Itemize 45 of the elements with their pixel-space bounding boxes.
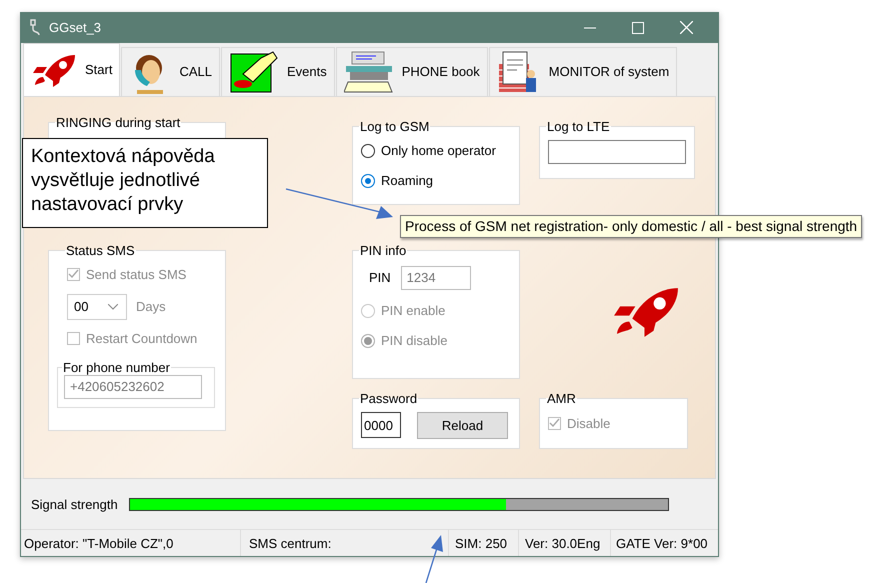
callout-box: Kontextová nápověda vysvětluje jednotlivé nastavovací prvky (22, 138, 268, 228)
maximize-icon[interactable] (632, 22, 644, 34)
radio-label: PIN disable (381, 333, 448, 348)
chevron-down-icon (108, 304, 118, 310)
tab[interactable]: CALL (121, 46, 220, 96)
password-field[interactable]: 0000 (361, 412, 401, 438)
hand-button-icon (229, 50, 279, 94)
printer-icon (344, 50, 394, 94)
group-title: PIN info (359, 242, 408, 258)
radio-label: PIN enable (381, 303, 446, 318)
status-bar-cell: Operator: "T-Mobile CZ",0 (21, 530, 241, 556)
pin-field[interactable]: 1234 (400, 266, 471, 290)
reload-button[interactable]: Reload (417, 412, 508, 439)
radio-label: Roaming (381, 173, 434, 188)
checkbox-label: Restart Countdown (86, 331, 198, 346)
group-title: AMR (546, 391, 577, 406)
tab[interactable]: PHONE book (336, 46, 488, 96)
days-dropdown[interactable]: 00 (67, 294, 127, 320)
radio-button[interactable] (361, 174, 375, 188)
group-title: Log to LTE (546, 118, 611, 134)
signal-label: Signal strength (31, 496, 118, 512)
rocket-icon (31, 52, 77, 87)
tab[interactable]: MONITOR of system (488, 46, 678, 96)
group-title: Status SMS (65, 242, 136, 258)
days-label: Days (136, 299, 166, 314)
status-bar-cell: Ver: 30.0Eng (519, 530, 611, 556)
phone-number-field[interactable]: +420605232602 (64, 374, 202, 399)
tab[interactable]: Events (221, 46, 335, 96)
pin-label: PIN (369, 270, 391, 286)
lte-field[interactable] (548, 140, 686, 164)
checkbox-label: Disable (567, 416, 610, 431)
arrow (425, 535, 443, 583)
group-title: For phone number (62, 360, 171, 375)
group-title: Password (359, 390, 418, 406)
group-title: RINGING during start (55, 114, 182, 130)
radio-button[interactable] (361, 144, 375, 158)
window-title: GGset_3 (49, 20, 102, 36)
status-bar-cell: SIM: 250 (449, 530, 519, 556)
checkbox-label: Send status SMS (86, 267, 186, 282)
tooltip: Process of GSM net registration- only domestic / all - best signal strength (400, 215, 862, 238)
radio-label: Only home operator (381, 143, 496, 158)
tab[interactable]: Start (23, 42, 120, 96)
group-title: Log to GSM (359, 118, 430, 134)
close-icon[interactable] (680, 21, 693, 34)
status-bar-cell-text: GATE Ver: 9*00 (615, 534, 709, 553)
